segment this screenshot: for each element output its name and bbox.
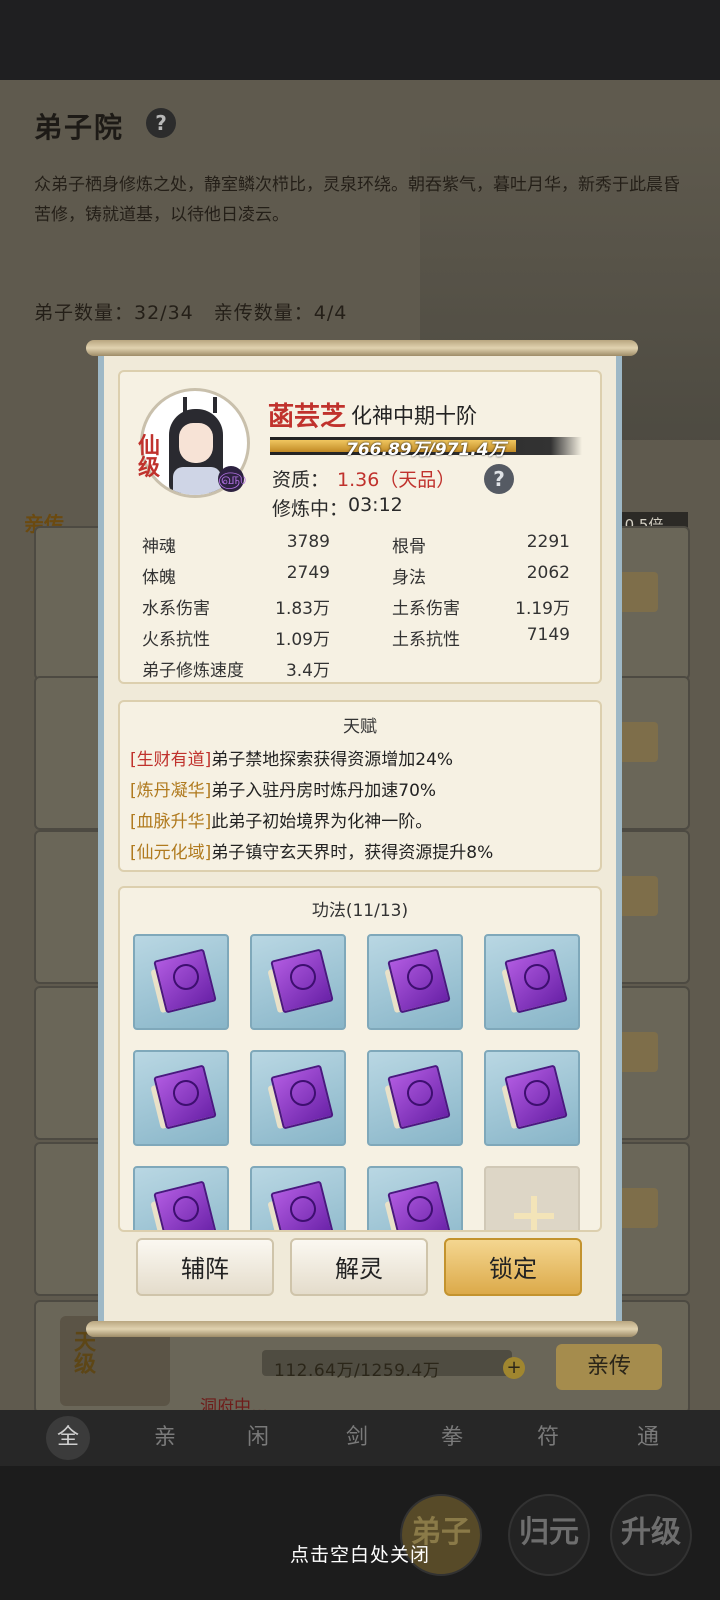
- filter-direct[interactable]: 亲: [143, 1418, 187, 1458]
- filter-sword[interactable]: 剑: [335, 1418, 379, 1458]
- stats-list[interactable]: 神魂 3789 根骨 2291 体魄 2749 身法 2062 水系伤害 1.83万 土系…: [140, 532, 580, 678]
- filter-idle[interactable]: 闲: [236, 1418, 280, 1458]
- stat-label: 体魄: [142, 568, 176, 588]
- disciple-name: 菡芸芝: [268, 402, 347, 432]
- element-swirl-icon: ௵: [218, 466, 246, 492]
- scroll-rod-bottom: [86, 1321, 638, 1337]
- stat-value: 3789: [286, 532, 330, 552]
- grade-tag: 仙级: [138, 434, 161, 481]
- stat-value: 2291: [526, 532, 570, 552]
- stat-value: 1.19万: [515, 599, 570, 619]
- stat-row: 体魄 2749 身法 2062: [140, 563, 580, 595]
- filter-general[interactable]: 通: [626, 1418, 670, 1458]
- talent-title: 天赋: [343, 717, 377, 737]
- stat-label: 身法: [392, 568, 426, 588]
- talent-tag: [生财有道]: [130, 750, 212, 770]
- skills-title: 功法(11/13): [311, 901, 409, 921]
- skills-section[interactable]: [118, 886, 602, 1232]
- training-label: 修炼中：: [272, 498, 349, 520]
- stat-value: 1.09万: [275, 630, 330, 650]
- stat-label: 根骨: [392, 537, 426, 557]
- talent-tag: [血脉升华]: [130, 812, 212, 832]
- stat-value: 2749: [286, 563, 330, 583]
- close-hint[interactable]: 点击空白处关闭: [0, 1540, 720, 1567]
- stat-row: 水系伤害 1.83万 土系伤害 1.19万: [140, 594, 580, 626]
- aptitude-help-icon[interactable]: ?: [484, 464, 514, 494]
- stat-value: 3.4万: [285, 661, 330, 678]
- lock-button[interactable]: 锁定: [444, 1238, 582, 1296]
- stat-value: 1.83万: [275, 599, 330, 619]
- top-bar: [0, 0, 720, 80]
- cultivation-progress-text: 766.89万/971.4万: [346, 440, 506, 460]
- scroll-rod-top: [86, 340, 638, 356]
- direct-button[interactable]: 亲传: [556, 1344, 662, 1390]
- stat-value: 7149: [526, 625, 570, 645]
- stat-label: 土系伤害: [392, 599, 460, 619]
- talent-text: 弟子禁地探索获得资源增加24%: [211, 750, 454, 770]
- training-time: 03:12: [348, 494, 403, 516]
- direct-count: 亲传数量：4/4: [213, 302, 348, 324]
- counts: 弟子数量：32/34 亲传数量：4/4: [34, 298, 347, 325]
- talent-item: [仙元化域]弟子镇守玄天界时，获得资源提升8%: [130, 838, 493, 863]
- talent-item: [炼丹凝华]弟子入驻丹房时炼丹加速70%: [130, 776, 436, 801]
- talent-tag: [炼丹凝华]: [130, 781, 212, 801]
- filter-fist[interactable]: 拳: [430, 1418, 474, 1458]
- stat-label: 弟子修炼速度: [142, 661, 244, 678]
- stat-label: 土系抗性: [392, 630, 460, 650]
- page-title: 弟子院: [34, 111, 125, 144]
- talent-text: 弟子镇守玄天界时，获得资源提升8%: [211, 843, 494, 863]
- stat-value: 2062: [526, 563, 570, 583]
- stat-label: 水系伤害: [142, 599, 210, 619]
- plus-icon[interactable]: +: [503, 1357, 525, 1379]
- help-icon[interactable]: ?: [146, 108, 176, 138]
- talent-tag: [仙元化域]: [130, 843, 212, 863]
- talent-text: 弟子入驻丹房时炼丹加速70%: [211, 781, 437, 801]
- talent-text: 此弟子初始境界为化神一阶。: [211, 812, 433, 832]
- filter-all[interactable]: 全: [46, 1416, 90, 1460]
- aptitude-label: 资质：: [272, 469, 330, 491]
- stat-label: 神魂: [142, 537, 176, 557]
- stat-row: 弟子修炼速度 3.4万: [140, 656, 580, 678]
- stat-row: 火系抗性 1.09万 土系抗性 7149: [140, 625, 580, 657]
- formation-button[interactable]: 辅阵: [136, 1238, 274, 1296]
- disciple-count: 弟子数量：32/34: [34, 302, 194, 324]
- aptitude-value: 1.36（天品）: [337, 469, 456, 491]
- release-button[interactable]: 解灵: [290, 1238, 428, 1296]
- stat-label: 火系抗性: [142, 630, 210, 650]
- talent-item: [生财有道]弟子禁地探索获得资源增加24%: [130, 745, 453, 770]
- filter-talisman[interactable]: 符: [526, 1418, 570, 1458]
- progress-text: 112.64万/1259.4万: [274, 1361, 441, 1381]
- stat-row: 神魂 3789 根骨 2291: [140, 532, 580, 564]
- page-description: 众弟子栖身修炼之处，静室鳞次栉比，灵泉环绕。朝吞紫气，暮吐月华，新秀于此晨昏苦修…: [34, 175, 680, 225]
- realm-level: 化神中期十阶: [351, 404, 477, 428]
- talent-item: [血脉升华]此弟子初始境界为化神一阶。: [130, 807, 432, 832]
